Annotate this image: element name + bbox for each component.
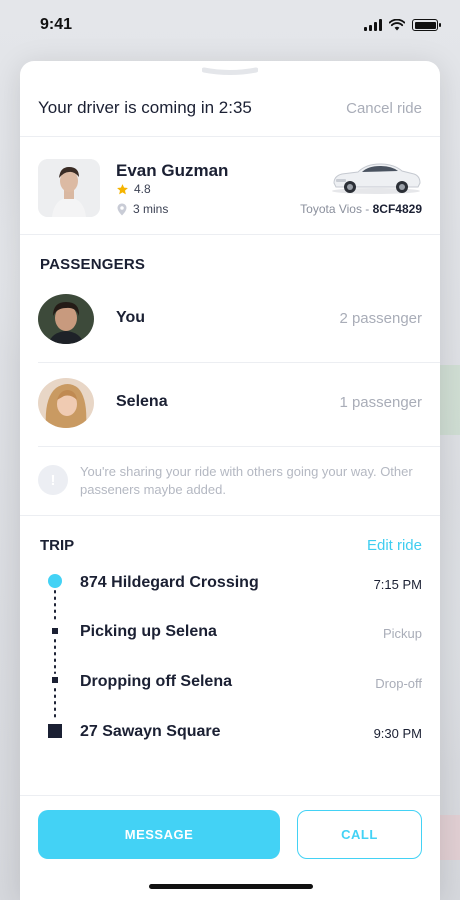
trip-stop[interactable]: 874 Hildegard Crossing 7:15 PM (80, 572, 422, 596)
driver-card[interactable]: Evan Guzman 4.8 3 mins Toyota Vios - 8CF… (38, 159, 422, 217)
trip-stop[interactable]: Picking up Selena Pickup (80, 621, 422, 645)
car-image (332, 163, 421, 194)
divider (20, 795, 440, 796)
driver-eta-text: Your driver is coming in 2:35 (38, 98, 252, 117)
trip-timeline (48, 574, 62, 738)
divider (38, 362, 440, 363)
passengers-title: PASSENGERS (40, 256, 146, 273)
status-icons (364, 19, 441, 31)
battery-icon (412, 19, 441, 31)
driver-rating-value: 4.8 (134, 182, 151, 196)
divider (20, 234, 440, 235)
avatar (38, 378, 94, 428)
map-background-strip (440, 365, 460, 435)
divider (20, 515, 440, 516)
map-background-strip (440, 815, 460, 860)
sheet-handle-icon[interactable] (202, 67, 258, 81)
driver-distance: 3 mins (116, 202, 168, 216)
wifi-icon (389, 19, 405, 31)
passenger-row[interactable]: You 2 passenger (38, 294, 422, 344)
info-icon: ! (38, 465, 68, 495)
car-model: Toyota Vios - (300, 202, 373, 216)
car-info: Toyota Vios - 8CF4829 (300, 202, 422, 216)
driver-distance-value: 3 mins (133, 202, 169, 216)
avatar (38, 294, 94, 344)
trip-stop-name: Dropping off Selena (80, 673, 232, 690)
trip-stop[interactable]: Dropping off Selena Drop-off (80, 671, 422, 695)
divider (20, 136, 440, 137)
trip-stop-type: Drop-off (375, 676, 422, 691)
driver-rating: 4.8 (116, 182, 151, 196)
driver-name: Evan Guzman (116, 161, 229, 180)
status-bar: 9:41 (0, 0, 460, 50)
passenger-name: You (116, 309, 146, 326)
home-indicator[interactable] (149, 884, 313, 889)
driver-eta-row: Your driver is coming in 2:35 Cancel rid… (38, 98, 422, 118)
trip-stop[interactable]: 27 Sawayn Square 9:30 PM (80, 721, 422, 745)
star-icon (117, 183, 128, 194)
edit-ride-button[interactable]: Edit ride (367, 537, 422, 554)
sharing-notice: ! You're sharing your ride with others g… (38, 463, 422, 499)
sharing-notice-text: You're sharing your ride with others goi… (80, 464, 413, 497)
ride-sheet: Your driver is coming in 2:35 Cancel rid… (20, 61, 440, 900)
passenger-row[interactable]: Selena 1 passenger (38, 378, 422, 428)
trip-stop-name: 874 Hildegard Crossing (80, 574, 259, 591)
call-button[interactable]: CALL (297, 810, 422, 859)
message-button[interactable]: MESSAGE (38, 810, 280, 859)
trip-stop-name: 27 Sawayn Square (80, 723, 221, 740)
trip-title: TRIP (40, 537, 75, 554)
trip-stop-name: Picking up Selena (80, 623, 217, 640)
trip-stop-time: 9:30 PM (373, 726, 422, 741)
cancel-ride-button[interactable]: Cancel ride (346, 100, 422, 117)
location-pin-icon (117, 203, 127, 215)
trip-header: TRIP Edit ride (40, 537, 422, 554)
passenger-count: 1 passenger (339, 394, 422, 411)
signal-icon (364, 19, 382, 31)
trip-stop-type: Pickup (382, 626, 422, 641)
passenger-count: 2 passenger (339, 310, 422, 327)
driver-avatar (38, 159, 100, 217)
car-plate: 8CF4829 (372, 202, 422, 216)
passenger-name: Selena (116, 393, 168, 410)
trip-stop-time: 7:15 PM (373, 577, 422, 592)
status-time: 9:41 (40, 16, 73, 33)
divider (38, 446, 440, 447)
